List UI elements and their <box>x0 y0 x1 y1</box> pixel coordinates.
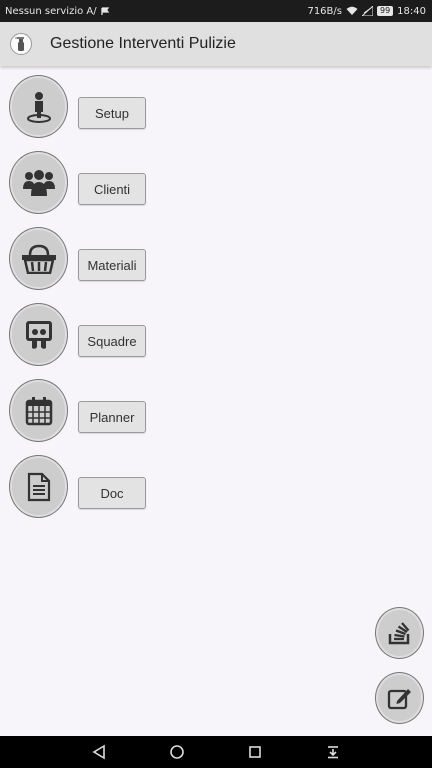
back-button[interactable] <box>84 737 114 767</box>
signal-icon <box>361 6 373 16</box>
basket-icon <box>21 244 56 274</box>
app-bar: Gestione Interventi Pulizie <box>0 22 432 66</box>
team-badge-icon <box>25 320 52 349</box>
clock-text: 18:40 <box>397 5 426 17</box>
edit-fab-button[interactable] <box>375 672 424 724</box>
calendar-icon <box>25 396 52 425</box>
person-standing-icon <box>26 91 51 123</box>
doc-button[interactable]: Doc <box>78 477 146 509</box>
setup-icon-button[interactable] <box>9 75 68 138</box>
notifications-pull-button[interactable] <box>318 737 348 767</box>
recents-square-icon <box>249 746 261 758</box>
menu-item-materiali: Materiali <box>9 227 146 303</box>
status-bar: Nessun servizio A/ 716B/s 99 18:40 <box>0 0 432 22</box>
battery-level: 99 <box>379 6 391 15</box>
home-button[interactable] <box>162 737 192 767</box>
document-icon <box>27 472 50 501</box>
menu-item-setup: Setup <box>9 75 146 151</box>
menu-item-squadre: Squadre <box>9 303 146 379</box>
doc-icon-button[interactable] <box>9 455 68 518</box>
system-nav-bar <box>0 736 432 768</box>
clienti-icon-button[interactable] <box>9 151 68 214</box>
back-triangle-icon <box>92 744 105 760</box>
stack-icon <box>388 622 409 645</box>
clienti-button[interactable]: Clienti <box>78 173 146 205</box>
main-menu: Setup Clienti Materiali Squadre Planner … <box>9 75 146 531</box>
spray-bottle-icon <box>10 33 32 55</box>
squadre-button[interactable]: Squadre <box>78 325 146 357</box>
materiali-button[interactable]: Materiali <box>78 249 146 281</box>
network-speed-text: 716B/s <box>307 5 342 17</box>
setup-button[interactable]: Setup <box>78 97 146 129</box>
edit-icon <box>387 689 411 710</box>
home-circle-icon <box>170 745 184 759</box>
pull-down-icon <box>328 746 338 759</box>
planner-button[interactable]: Planner <box>78 401 146 433</box>
wifi-icon <box>346 6 358 16</box>
planner-icon-button[interactable] <box>9 379 68 442</box>
stack-fab-button[interactable] <box>375 607 424 659</box>
battery-icon: 99 <box>376 6 394 16</box>
menu-item-planner: Planner <box>9 379 146 455</box>
squadre-icon-button[interactable] <box>9 303 68 366</box>
menu-item-doc: Doc <box>9 455 146 531</box>
menu-item-clienti: Clienti <box>9 151 146 227</box>
materiali-icon-button[interactable] <box>9 227 68 290</box>
users-group-icon <box>22 169 55 196</box>
flag-notification-icon <box>100 6 110 16</box>
app-title: Gestione Interventi Pulizie <box>50 35 236 52</box>
recents-button[interactable] <box>240 737 270 767</box>
carrier-text: Nessun servizio A/ <box>5 5 97 17</box>
